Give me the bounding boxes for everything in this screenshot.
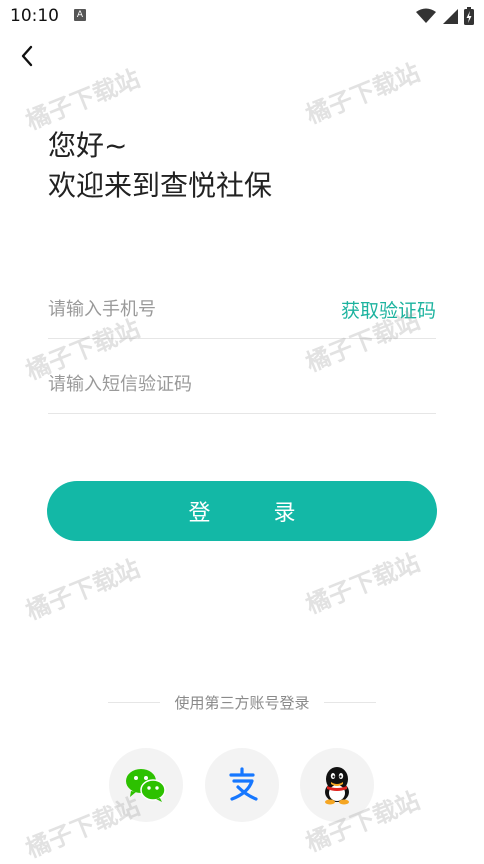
status-time: 10:10	[10, 6, 59, 26]
watermark: 橘子下载站	[22, 64, 144, 136]
chevron-left-icon	[21, 45, 33, 67]
watermark: 橘子下载站	[302, 548, 424, 620]
code-field-row	[48, 355, 436, 414]
wechat-login-button[interactable]	[109, 748, 183, 822]
divider-right	[324, 702, 376, 703]
phone-input[interactable]	[48, 280, 318, 338]
wifi-icon	[416, 8, 436, 23]
notification-icon: A	[74, 9, 86, 21]
battery-icon	[464, 7, 474, 25]
third-party-login-label: 使用第三方账号登录	[174, 694, 310, 712]
qq-icon	[325, 767, 349, 805]
phone-field-row: 获取验证码	[48, 280, 436, 339]
wechat-icon	[126, 769, 166, 802]
back-button[interactable]	[14, 42, 42, 70]
status-bar: 10:10 A	[0, 0, 484, 32]
qq-login-button[interactable]	[300, 748, 374, 822]
greeting-line-1: 您好~	[48, 129, 128, 162]
sms-code-input[interactable]	[48, 355, 436, 413]
greeting-line-2: 欢迎来到查悦社保	[48, 169, 273, 202]
watermark: 橘子下载站	[22, 554, 144, 626]
alipay-icon	[229, 767, 258, 801]
login-button[interactable]: 登 录	[47, 481, 437, 541]
divider-left	[108, 702, 160, 703]
status-icons	[416, 7, 474, 25]
alipay-login-button[interactable]	[205, 748, 279, 822]
greeting: 您好~ 欢迎来到查悦社保	[48, 126, 272, 206]
watermark: 橘子下载站	[302, 58, 424, 130]
signal-icon	[443, 9, 458, 24]
get-code-button[interactable]: 获取验证码	[341, 296, 436, 323]
